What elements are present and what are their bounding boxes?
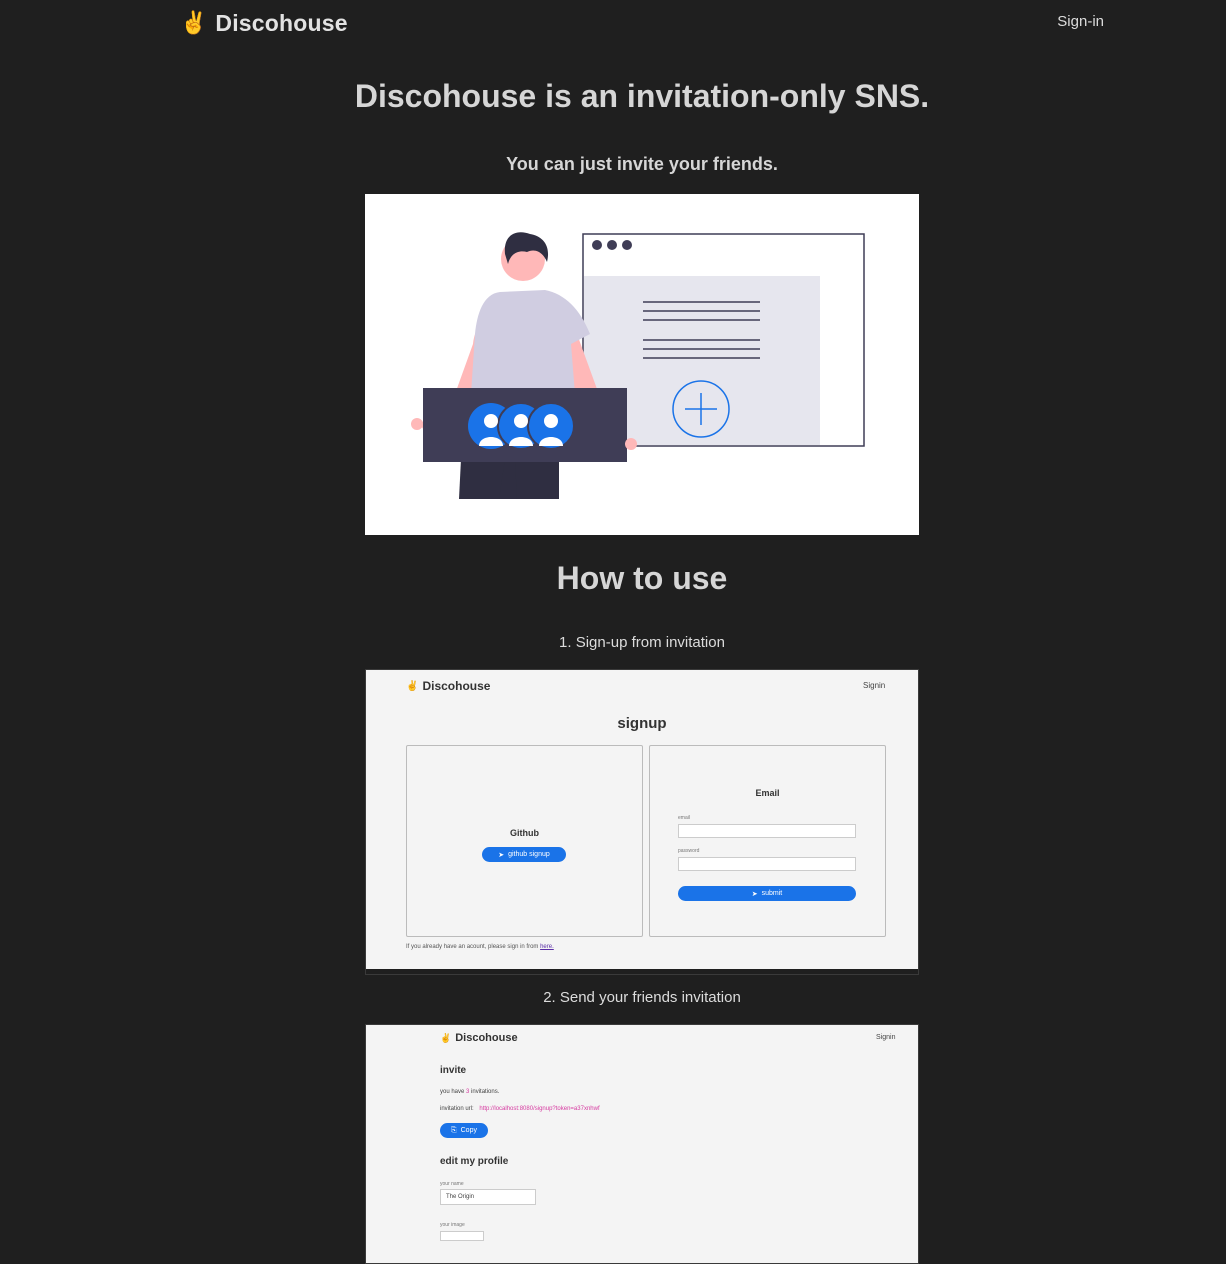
copy-icon: ⎘ bbox=[451, 1126, 457, 1134]
password-field bbox=[678, 857, 856, 871]
email-label: email bbox=[678, 815, 690, 821]
invite-screenshot: ✌️ Discohouse Signin invite you have 3 i… bbox=[365, 1024, 919, 1264]
edit-profile-heading: edit my profile bbox=[440, 1156, 509, 1167]
invite-illustration-graphic bbox=[411, 232, 865, 499]
submit-button: ➤ submit bbox=[678, 886, 856, 901]
copy-button: ⎘ Copy bbox=[440, 1123, 488, 1138]
send-icon: ➤ bbox=[751, 890, 758, 898]
signup-screenshot: ✌️ Discohouse Signin signup Github ➤ git… bbox=[365, 669, 919, 975]
submit-label: submit bbox=[761, 890, 783, 897]
signup-title: signup bbox=[617, 715, 667, 732]
invitations-suffix: invitations. bbox=[471, 1089, 500, 1095]
email-card: Email email password ➤ submit bbox=[649, 745, 886, 937]
invitation-url: http://localhost:8080/signup?token=a37xn… bbox=[479, 1106, 600, 1112]
email-field bbox=[678, 824, 856, 838]
mini-brand-name: Discohouse bbox=[455, 1032, 518, 1044]
mini-signin-link: Signin bbox=[863, 681, 886, 690]
invite-heading: invite bbox=[440, 1065, 467, 1076]
screenshot-bottom-edge bbox=[366, 969, 918, 974]
how-to-use-heading: How to use bbox=[556, 560, 728, 596]
signin-hint-link: here. bbox=[540, 944, 554, 950]
image-label: your image bbox=[440, 1222, 465, 1228]
invitation-illustration bbox=[365, 194, 919, 535]
top-navbar: ✌️ Discohouse Sign-in bbox=[0, 0, 1226, 46]
victory-hand-icon: ✌️ bbox=[180, 10, 208, 35]
password-label: password bbox=[678, 848, 700, 854]
github-signup-label: github signup bbox=[508, 851, 550, 858]
image-field bbox=[440, 1231, 484, 1241]
mini-signin-link: Signin bbox=[876, 1034, 896, 1041]
mini-brand: ✌️ Discohouse bbox=[406, 679, 490, 693]
name-label: your name bbox=[440, 1181, 464, 1187]
email-card-title: Email bbox=[755, 788, 780, 798]
hero-subtitle: You can just invite your friends. bbox=[506, 154, 778, 174]
signin-link[interactable]: Sign-in bbox=[1057, 13, 1104, 30]
mini-brand-name: Discohouse bbox=[422, 679, 491, 693]
signin-hint: If you already have an acount, please si… bbox=[406, 944, 554, 950]
github-signup-button: ➤ github signup bbox=[482, 847, 566, 862]
name-field: The Origin bbox=[440, 1189, 536, 1205]
hero-title: Discohouse is an invitation-only SNS. bbox=[354, 78, 930, 114]
mini-brand: ✌️ Discohouse bbox=[440, 1032, 518, 1044]
copy-label: Copy bbox=[460, 1127, 477, 1134]
signin-hint-text: If you already have an acount, please si… bbox=[406, 944, 539, 950]
brand-name: Discohouse bbox=[215, 9, 348, 36]
step-2-title: 2. Send your friends invitation bbox=[543, 989, 741, 1006]
victory-hand-icon: ✌️ bbox=[440, 1032, 452, 1043]
send-icon: ➤ bbox=[498, 851, 505, 859]
step-1-title: 1. Sign-up from invitation bbox=[559, 634, 725, 651]
invitations-count: 3 bbox=[466, 1089, 470, 1095]
github-card-title: Github bbox=[510, 828, 539, 838]
github-card: Github ➤ github signup bbox=[406, 745, 643, 937]
invitation-url-label: invitation url: bbox=[440, 1106, 474, 1112]
invitations-count-text: you have 3 invitations. bbox=[440, 1089, 499, 1095]
invitations-prefix: you have bbox=[440, 1089, 465, 1095]
invitation-url-row: invitation url: http://localhost:8080/si… bbox=[440, 1106, 600, 1112]
victory-hand-icon: ✌️ bbox=[406, 680, 419, 692]
brand-logo[interactable]: ✌️ Discohouse bbox=[180, 9, 348, 37]
